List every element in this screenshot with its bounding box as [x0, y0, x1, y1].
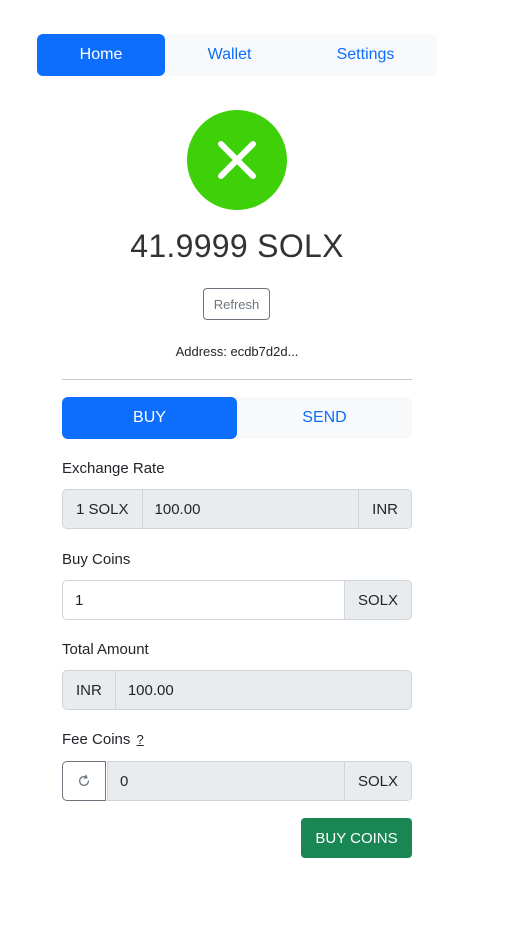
- exchange-rate-field: 100.00: [142, 489, 360, 529]
- tab-buy[interactable]: BUY: [62, 397, 237, 439]
- divider: [62, 379, 412, 380]
- exchange-rate-suffix: INR: [359, 489, 412, 529]
- buy-coins-button[interactable]: BUY COINS: [301, 818, 412, 858]
- buy-coins-suffix: SOLX: [344, 580, 412, 620]
- solx-logo: [187, 110, 287, 210]
- tab-send[interactable]: SEND: [237, 397, 412, 439]
- exchange-rate-prefix: 1 SOLX: [62, 489, 143, 529]
- wallet-address: Address: ecdb7d2d...: [175, 344, 299, 359]
- fee-coins-input[interactable]: 0: [107, 761, 345, 801]
- main-nav-tabs: Home Wallet Settings: [37, 34, 437, 76]
- tab-settings[interactable]: Settings: [294, 34, 437, 76]
- refresh-button[interactable]: Refresh: [203, 288, 270, 320]
- total-amount-prefix: INR: [62, 670, 116, 710]
- exchange-rate-group: 1 SOLX 100.00 INR: [62, 489, 412, 529]
- tab-home[interactable]: Home: [37, 34, 165, 76]
- buy-coins-label: Buy Coins: [62, 551, 131, 568]
- exchange-rate-label: Exchange Rate: [62, 460, 165, 477]
- fee-coins-group: 0 SOLX: [62, 761, 412, 801]
- total-amount-field: 100.00: [115, 670, 412, 710]
- total-amount-label: Total Amount: [62, 641, 149, 658]
- fee-coins-label-row: Fee Coins ?: [62, 731, 144, 748]
- total-amount-group: INR 100.00: [62, 670, 412, 710]
- buy-coins-input[interactable]: 1: [62, 580, 345, 620]
- refresh-icon: [79, 774, 89, 786]
- fee-coins-suffix: SOLX: [344, 761, 412, 801]
- trade-tabs: BUY SEND: [62, 397, 412, 439]
- fee-coins-label: Fee Coins: [62, 731, 131, 748]
- buy-coins-group: 1 SOLX: [62, 580, 412, 620]
- fee-refresh-button[interactable]: [62, 761, 106, 801]
- wallet-balance: 41.9999 SOLX: [130, 228, 344, 264]
- fee-coins-help[interactable]: ?: [137, 732, 144, 747]
- tab-wallet[interactable]: Wallet: [165, 34, 294, 76]
- close-icon: [218, 141, 256, 179]
